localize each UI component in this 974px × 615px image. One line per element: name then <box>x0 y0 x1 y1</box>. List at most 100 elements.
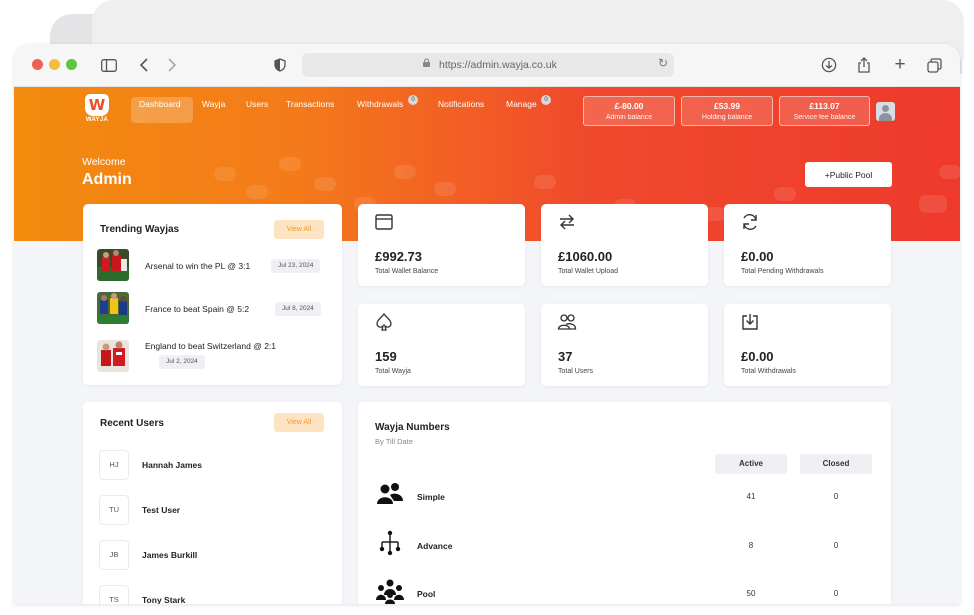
close-window-button[interactable] <box>32 59 43 70</box>
maximize-window-button[interactable] <box>66 59 77 70</box>
nav-users[interactable]: Users <box>246 99 268 109</box>
user-name: Tony Stark <box>142 595 186 604</box>
trending-item-date: Jul 2, 2024 <box>159 355 205 369</box>
user-name: Test User <box>142 505 181 515</box>
stat-card-total-users[interactable]: 37 Total Users <box>541 304 708 386</box>
reload-icon[interactable]: ↻ <box>658 56 668 70</box>
service-fee-balance-box[interactable]: £113.07 Service fee balance <box>779 96 870 126</box>
holding-balance-box[interactable]: £53.99 Holding balance <box>681 96 773 126</box>
trending-wayjas-card: Trending Wayjas View All Arsenal to win … <box>83 204 342 385</box>
trending-item-title: Arsenal to win the PL @ 3:1 <box>145 261 251 271</box>
trending-item-date: Jul 8, 2024 <box>275 302 321 316</box>
trending-item[interactable]: England to beat Switzerland @ 2:1 Jul 2,… <box>97 340 333 372</box>
row-label-pool: Pool <box>417 589 436 599</box>
stat-card-total-withdrawals[interactable]: £0.00 Total Withdrawals <box>724 304 891 386</box>
column-header-active: Active <box>715 454 787 474</box>
trending-item[interactable]: France to beat Spain @ 5:2 Jul 8, 2024 <box>97 292 333 324</box>
stat-value: £0.00 <box>741 249 774 264</box>
new-tab-icon[interactable]: + <box>888 53 912 77</box>
pool-active-count: 50 <box>746 589 756 598</box>
nav-wayja[interactable]: Wayja <box>202 99 225 109</box>
user-list-item[interactable]: TS Tony Stark <box>99 585 329 604</box>
back-arrow-icon[interactable] <box>132 53 156 77</box>
user-initials: TU <box>99 495 129 525</box>
wayja-logo[interactable]: W WAYJA <box>82 94 112 126</box>
stat-value: £1060.00 <box>558 249 613 264</box>
nav-manage[interactable]: Manage <box>506 99 537 109</box>
network-tree-icon <box>379 530 401 556</box>
share-icon[interactable] <box>852 53 876 77</box>
download-tray-icon <box>742 314 758 330</box>
wayja-numbers-card: Wayja Numbers By Till Date Active Closed… <box>358 402 891 604</box>
public-pool-button[interactable]: +Public Pool <box>805 162 892 187</box>
users-icon <box>557 314 577 330</box>
user-list-item[interactable]: TU Test User <box>99 495 329 525</box>
lock-icon <box>423 58 430 67</box>
stat-label: Total Wallet Upload <box>558 268 619 275</box>
wayja-numbers-subtitle: By Till Date <box>375 437 413 446</box>
browser-window: https://admin.wayja.co.uk ↻ + W WAYJA Da… <box>14 44 960 604</box>
trending-item[interactable]: Arsenal to win the PL @ 3:1 Jul 23, 2024 <box>97 249 333 281</box>
stat-label: Total Wayja <box>375 368 411 375</box>
stat-value: 37 <box>558 349 573 364</box>
minimize-window-button[interactable] <box>49 59 60 70</box>
user-name: Hannah James <box>142 460 202 470</box>
page-title: Admin <box>82 171 132 188</box>
url-text: https://admin.wayja.co.uk <box>439 59 557 71</box>
sidebar-toggle-icon[interactable] <box>97 53 121 77</box>
stat-label: Total Pending Withdrawals <box>741 268 824 275</box>
nav-withdrawals[interactable]: Withdrawals <box>357 99 403 109</box>
stat-card-wallet-upload[interactable]: £1060.00 Total Wallet Upload <box>541 204 708 286</box>
welcome-text: Welcome <box>82 156 126 168</box>
match-thumbnail <box>97 292 129 324</box>
download-icon[interactable] <box>817 53 841 77</box>
stat-label: Total Users <box>558 368 594 375</box>
trending-title: Trending Wayjas <box>100 224 180 235</box>
trending-item-title: England to beat Switzerland @ 2:1 <box>145 341 277 351</box>
spade-icon <box>376 312 392 331</box>
user-list-item[interactable]: HJ Hannah James <box>99 450 329 480</box>
tabs-overview-icon[interactable] <box>922 53 946 77</box>
stat-card-pending-withdrawals[interactable]: £0.00 Total Pending Withdrawals <box>724 204 891 286</box>
trending-item-title: France to beat Spain @ 5:2 <box>145 304 250 314</box>
user-avatar[interactable] <box>876 102 895 121</box>
withdrawals-badge: 0 <box>408 95 418 105</box>
column-header-closed: Closed <box>800 454 872 474</box>
trending-view-all-button[interactable]: View All <box>274 220 324 239</box>
stat-card-total-wayja[interactable]: 159 Total Wayja <box>358 304 525 386</box>
stat-value: 159 <box>375 349 397 364</box>
address-bar[interactable]: https://admin.wayja.co.uk ↻ <box>302 53 674 77</box>
stat-card-wallet-balance[interactable]: £992.73 Total Wallet Balance <box>358 204 525 286</box>
forward-arrow-icon[interactable] <box>160 53 184 77</box>
recent-users-title: Recent Users <box>100 418 164 429</box>
privacy-shield-icon[interactable] <box>268 53 292 77</box>
pool-closed-count: 0 <box>833 589 839 598</box>
stat-label: Total Withdrawals <box>741 368 796 375</box>
user-initials: TS <box>99 585 129 604</box>
wayja-numbers-title: Wayja Numbers <box>375 422 450 433</box>
wallet-icon <box>375 214 393 230</box>
people-pair-icon <box>377 483 403 504</box>
user-initials: HJ <box>99 450 129 480</box>
stat-value: £0.00 <box>741 349 774 364</box>
trending-item-date: Jul 23, 2024 <box>271 259 321 273</box>
stat-label: Total Wallet Balance <box>375 268 439 275</box>
match-thumbnail <box>97 249 129 281</box>
user-initials: JB <box>99 540 129 570</box>
match-thumbnail <box>97 340 129 372</box>
user-list-item[interactable]: JB James Burkill <box>99 540 329 570</box>
recent-users-view-all-button[interactable]: View All <box>274 413 324 432</box>
stat-value: £992.73 <box>375 249 422 264</box>
nav-transactions[interactable]: Transactions <box>286 99 334 109</box>
nav-dashboard[interactable]: Dashboard <box>139 99 181 109</box>
simple-active-count: 41 <box>746 492 756 501</box>
nav-notifications[interactable]: Notifications <box>438 99 484 109</box>
manage-badge: 0 <box>541 95 551 105</box>
recent-users-card: Recent Users View All HJ Hannah James TU… <box>83 402 342 604</box>
transfer-arrows-icon <box>560 214 574 230</box>
admin-balance-box[interactable]: £-80.00 Admin balance <box>583 96 675 126</box>
people-group-icon <box>376 579 404 604</box>
refresh-icon <box>743 214 757 230</box>
advance-active-count: 8 <box>748 541 754 550</box>
user-name: James Burkill <box>142 550 198 560</box>
